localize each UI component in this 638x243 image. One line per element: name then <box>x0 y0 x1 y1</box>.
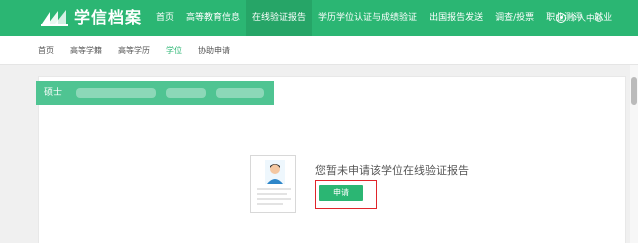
redacted-text <box>216 88 264 98</box>
degree-header: 硕士 <box>36 81 274 105</box>
brand-name[interactable]: 学信档案 <box>74 8 142 28</box>
redacted-text <box>76 88 156 98</box>
doc-line <box>257 203 283 205</box>
doc-line <box>257 198 291 200</box>
top-navbar: 学信档案 首页 高等教育信息 在线验证报告 学历学位认证与成绩验证 出国报告发送 调查/投… <box>0 0 638 36</box>
nav-item[interactable]: 学历学位认证与成绩验证 <box>312 0 423 36</box>
empty-message: 您暂未申请该学位在线验证报告 <box>315 164 469 177</box>
subnav-item[interactable]: 学位 <box>158 36 190 65</box>
subnav-item[interactable]: 高等学历 <box>110 36 158 65</box>
nav-item[interactable]: 高等教育信息 <box>180 0 246 36</box>
sub-nav: 首页 高等学籍 高等学历 学位 协助申请 <box>30 36 238 65</box>
doc-line <box>257 193 287 195</box>
sub-navbar: 首页 高等学籍 高等学历 学位 协助申请 <box>0 36 638 65</box>
scroll-thumb[interactable] <box>631 77 637 105</box>
nav-item[interactable]: 出国报告发送 <box>423 0 489 36</box>
main-nav: 首页 高等教育信息 在线验证报告 学历学位认证与成绩验证 出国报告发送 调查/投票 职业测评… <box>150 0 618 36</box>
highlight-box <box>315 180 377 209</box>
redacted-text <box>166 88 206 98</box>
nav-item[interactable]: 首页 <box>150 0 180 36</box>
scrollbar[interactable] <box>630 65 638 243</box>
user-icon <box>556 13 566 23</box>
subnav-item[interactable]: 协助申请 <box>190 36 238 65</box>
subnav-item[interactable]: 高等学籍 <box>62 36 110 65</box>
nav-item[interactable]: 在线验证报告 <box>246 0 313 36</box>
doc-line <box>257 188 291 190</box>
subnav-item[interactable]: 首页 <box>30 36 62 65</box>
nav-item[interactable]: 调查/投票 <box>489 0 540 36</box>
user-center[interactable]: 个人中心 <box>556 0 603 36</box>
user-center-label: 个人中心 <box>569 14 604 24</box>
degree-label: 硕士 <box>44 88 63 98</box>
avatar <box>265 160 285 184</box>
document-avatar-icon <box>250 155 296 213</box>
logo-icon <box>41 10 68 26</box>
